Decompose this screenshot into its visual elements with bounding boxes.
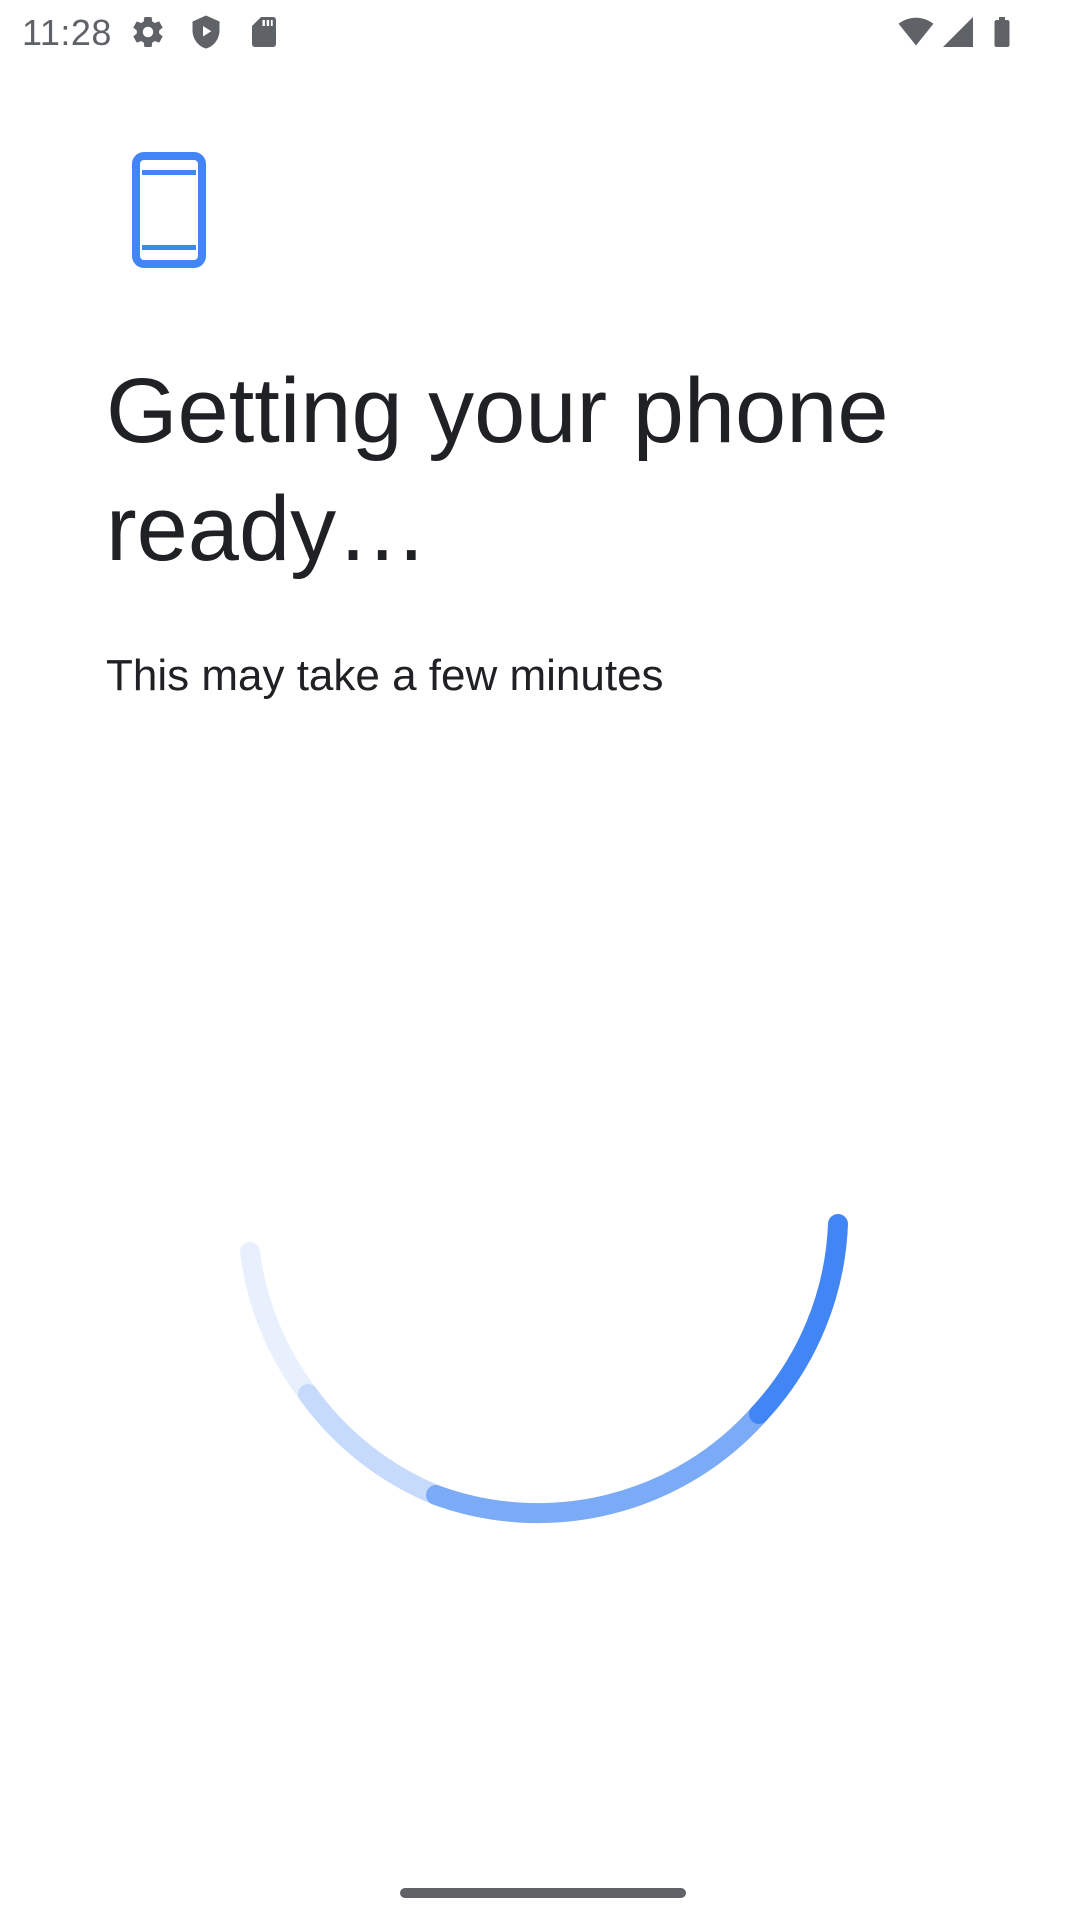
- page-subtitle: This may take a few minutes: [106, 651, 664, 700]
- sd-card-icon: [252, 17, 276, 47]
- cellular-signal-icon: [943, 17, 973, 47]
- status-time: 11:28: [22, 12, 112, 53]
- smartphone-icon: [132, 152, 206, 268]
- page-title: Getting your phone ready…: [106, 360, 889, 580]
- shield-play-icon: [192, 15, 220, 49]
- status-bar: 11:28: [0, 0, 1080, 64]
- battery-icon: [994, 17, 1010, 47]
- settings-icon: [133, 17, 163, 48]
- progress-spinner: [240, 1214, 848, 1524]
- gesture-nav-handle[interactable]: [400, 1888, 686, 1898]
- wifi-icon: [898, 17, 934, 46]
